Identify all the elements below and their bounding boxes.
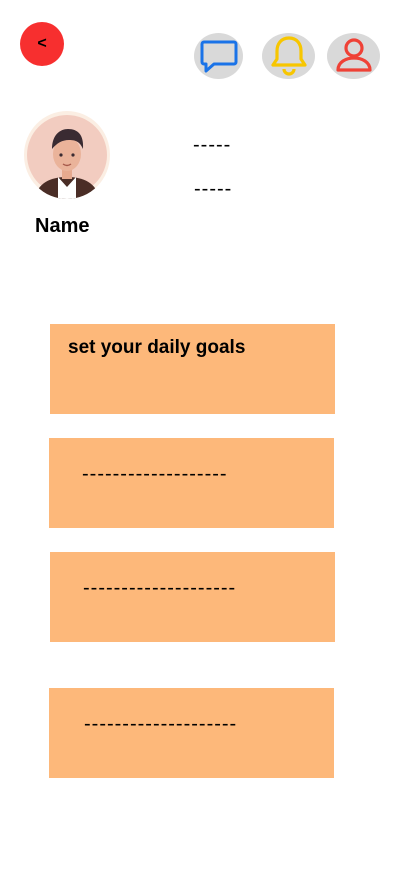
goal-card[interactable]: -------------------- — [50, 552, 335, 642]
bell-icon — [270, 36, 307, 76]
profile-stat-1: ----- — [193, 134, 232, 156]
card-placeholder-text: ------------------- — [82, 463, 228, 485]
profile-icon — [335, 38, 372, 72]
card-placeholder-text: -------------------- — [84, 713, 238, 735]
profile-stat-2: ----- — [194, 178, 233, 200]
profile-name: Name — [35, 215, 90, 237]
card-placeholder-text: -------------------- — [83, 577, 237, 599]
notifications-button[interactable] — [262, 33, 315, 79]
profile-button[interactable] — [327, 33, 380, 79]
goal-card[interactable]: -------------------- — [49, 688, 334, 778]
messages-button[interactable] — [194, 33, 243, 79]
back-label: < — [37, 35, 47, 52]
back-button[interactable]: < — [20, 22, 64, 66]
avatar[interactable] — [24, 111, 110, 199]
avatar-illustration — [27, 115, 107, 199]
goal-card[interactable]: ------------------- — [49, 438, 334, 528]
card-title: set your daily goals — [68, 337, 246, 358]
chat-icon — [200, 40, 237, 73]
daily-goals-card[interactable]: set your daily goals — [50, 324, 335, 414]
